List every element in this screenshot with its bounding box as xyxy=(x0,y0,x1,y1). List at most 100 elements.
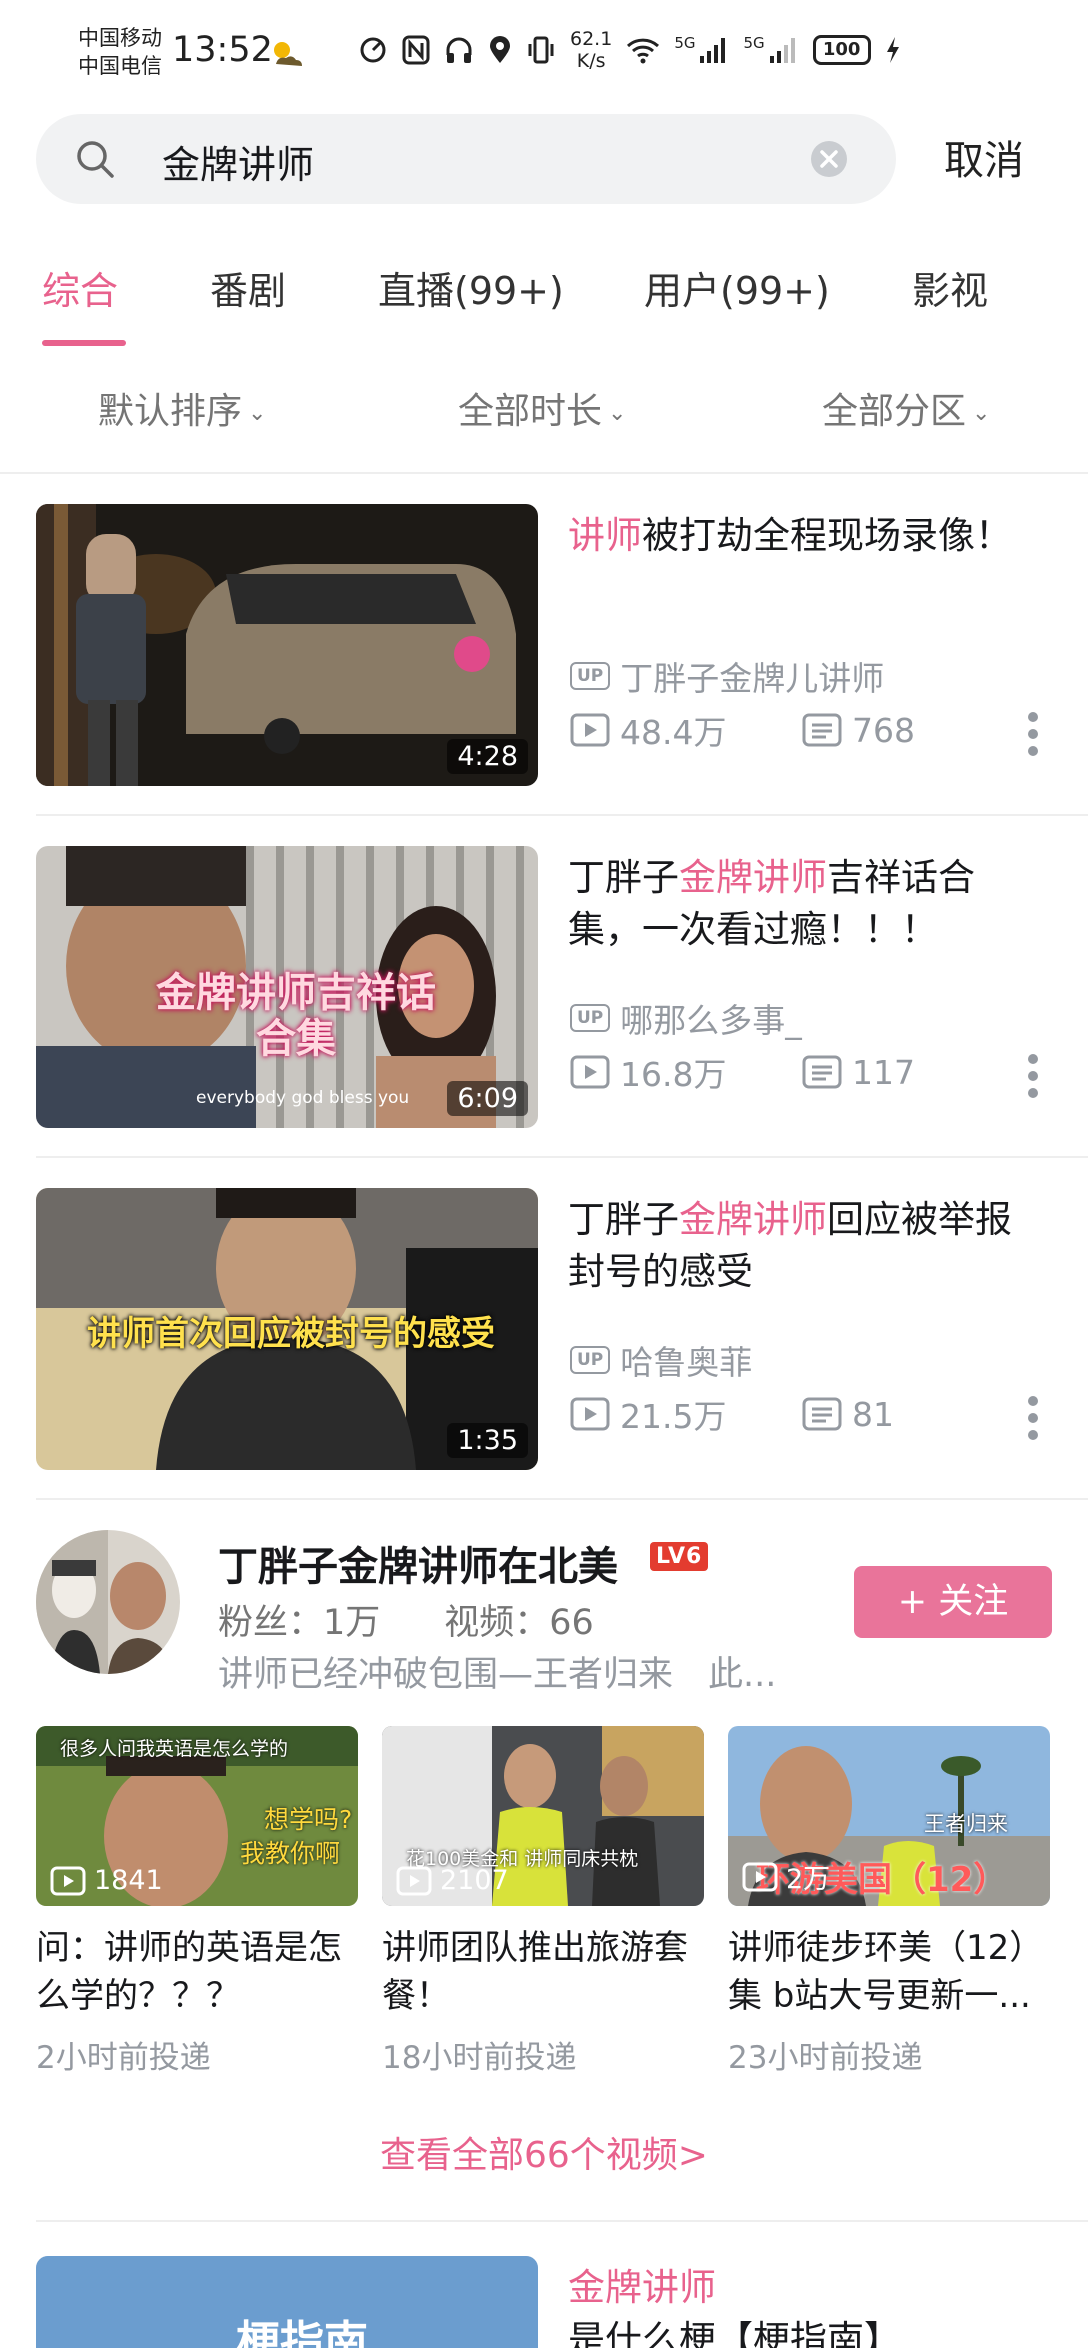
tab-users[interactable]: 用户(99+) xyxy=(644,260,830,315)
play-count-icon xyxy=(570,1397,610,1431)
avatar-image xyxy=(36,1530,180,1674)
uploader-line[interactable]: UP 丁胖子金牌儿讲师 xyxy=(570,652,884,700)
video-result[interactable]: 4:28 讲师被打劫全程现场录像！ UP 丁胖子金牌儿讲师 48.4万 768 xyxy=(0,474,1088,816)
user-video-item[interactable]: 花100美金和 讲师同床共枕 2107 讲师团队推出旅游套餐！ 18小时前投递 xyxy=(382,1726,704,2077)
video-title[interactable]: 丁胖子金牌讲师回应被举报封号的感受 xyxy=(568,1194,1048,1298)
chevron-down-icon: ⌄ xyxy=(608,400,627,426)
tab-movies[interactable]: 影视 xyxy=(912,260,988,315)
play-count-icon xyxy=(742,1862,778,1891)
mini-thumbnail[interactable]: 很多人问我英语是怎么学的 想学吗? 我教你啊 1841 xyxy=(36,1726,358,1906)
user-video-item[interactable]: 很多人问我英语是怎么学的 想学吗? 我教你啊 1841 问：讲师的英语是怎么学的… xyxy=(36,1726,358,2077)
title-highlight: 金牌讲师 xyxy=(679,1198,827,1241)
mini-play-count: 2107 xyxy=(396,1865,509,1896)
comment-count: 768 xyxy=(802,711,915,750)
video-result[interactable]: 梗指南 金牌讲师是什么梗【梗指南】 xyxy=(0,2226,1088,2348)
signal-1-label: 5G xyxy=(674,34,696,52)
see-all-videos-link[interactable]: 查看全部66个视频> xyxy=(0,2126,1088,2178)
play-count-icon xyxy=(570,713,610,747)
play-count: 16.8万 xyxy=(570,1048,802,1096)
comment-count-icon xyxy=(802,1397,842,1431)
video-thumbnail[interactable]: 梗指南 xyxy=(36,2256,538,2348)
video-stats: 48.4万 768 xyxy=(570,706,915,754)
mini-video-title[interactable]: 讲师团队推出旅游套餐！ xyxy=(382,1924,704,2020)
battery-level: 100 xyxy=(822,39,861,60)
tab-live[interactable]: 直播(99+) xyxy=(378,260,564,315)
signal-2-label: 5G xyxy=(743,34,765,52)
duration-filter[interactable]: 全部时长 ⌄ xyxy=(458,382,626,434)
search-bar[interactable]: 金牌讲师 xyxy=(36,114,896,204)
carrier-info: 中国移动 中国电信 xyxy=(78,24,162,80)
more-icon[interactable] xyxy=(1026,1394,1040,1442)
comment-count: 81 xyxy=(802,1395,894,1434)
mini-thumbnail[interactable]: 王者归来 环游美国（12） 2万 xyxy=(728,1726,1050,1906)
speed-icon xyxy=(360,37,386,63)
duration-filter-label: 全部时长 xyxy=(458,391,603,432)
video-title[interactable]: 丁胖子金牌讲师吉祥话合集，一次看过瘾！！！ xyxy=(568,852,1048,956)
video-result[interactable]: 金牌讲师吉祥话合集 everybody god bless you 6:09 丁… xyxy=(0,816,1088,1158)
active-tab-indicator xyxy=(42,340,126,346)
uploader-line[interactable]: UP 哈鲁奥菲 xyxy=(570,1336,752,1384)
mini-video-title[interactable]: 问：讲师的英语是怎么学的？？？ xyxy=(36,1924,358,2020)
cancel-button[interactable]: 取消 xyxy=(944,128,1024,186)
title-text: 是什么梗【梗指南】 xyxy=(568,2318,901,2348)
row-divider xyxy=(36,2220,1088,2222)
carrier-1: 中国移动 xyxy=(78,26,162,50)
user-card[interactable]: 丁胖子金牌讲师在北美 LV6 粉丝：1万 视频：66 讲师已经冲破包围—王者归来 … xyxy=(0,1500,1088,2222)
user-video-item[interactable]: 王者归来 环游美国（12） 2万 讲师徒步环美（12）集 b站大号更新一... … xyxy=(728,1726,1050,2077)
video-thumbnail[interactable]: 4:28 xyxy=(36,504,538,786)
more-icon[interactable] xyxy=(1026,710,1040,758)
signal-2-icon xyxy=(769,38,795,63)
headphone-icon xyxy=(446,37,472,63)
charging-icon xyxy=(886,37,899,63)
mini-thumbnail[interactable]: 花100美金和 讲师同床共枕 2107 xyxy=(382,1726,704,1906)
title-highlight: 讲师 xyxy=(568,514,642,557)
mini-thumb-caption: 很多人问我英语是怎么学的 xyxy=(60,1738,289,1760)
comment-count-icon xyxy=(802,713,842,747)
avatar[interactable] xyxy=(36,1530,180,1674)
tab-all[interactable]: 综合 xyxy=(42,260,118,315)
location-icon xyxy=(490,36,510,63)
mini-thumb-caption: 我教你啊 xyxy=(240,1839,341,1868)
title-text: 被打劫全程现场录像！ xyxy=(642,514,1012,557)
uploader-name: 丁胖子金牌儿讲师 xyxy=(620,659,885,698)
mini-video-title[interactable]: 讲师徒步环美（12）集 b站大号更新一... xyxy=(728,1924,1050,2020)
play-count-icon xyxy=(570,1055,610,1089)
video-title[interactable]: 金牌讲师是什么梗【梗指南】 xyxy=(568,2262,1048,2348)
play-count-value: 16.8万 xyxy=(620,1055,727,1094)
category-filter[interactable]: 全部分区 ⌄ xyxy=(822,382,990,434)
sort-filter[interactable]: 默认排序 ⌄ xyxy=(98,382,266,434)
video-thumbnail[interactable]: 金牌讲师吉祥话合集 everybody god bless you 6:09 xyxy=(36,846,538,1128)
user-description: 讲师已经冲破包围—王者归来 此... xyxy=(218,1655,777,1695)
net-speed: 62.1 K/s xyxy=(570,28,612,72)
more-icon[interactable] xyxy=(1026,1052,1040,1100)
play-count-icon xyxy=(50,1866,86,1895)
video-result[interactable]: 讲师首次回应被封号的感受 1:35 丁胖子金牌讲师回应被举报封号的感受 UP 哈鲁… xyxy=(0,1158,1088,1500)
search-input[interactable]: 金牌讲师 xyxy=(162,134,314,189)
signal-1-icon xyxy=(700,38,726,63)
video-duration: 6:09 xyxy=(447,1081,528,1116)
user-name[interactable]: 丁胖子金牌讲师在北美 xyxy=(218,1534,618,1592)
mini-thumb-caption: 王者归来 xyxy=(924,1812,1008,1836)
clear-icon[interactable] xyxy=(810,140,848,178)
video-title[interactable]: 讲师被打劫全程现场录像！ xyxy=(568,510,1048,562)
thumbnail-caption: 讲师首次回应被封号的感受 xyxy=(87,1314,495,1354)
video-thumbnail[interactable]: 讲师首次回应被封号的感受 1:35 xyxy=(36,1188,538,1470)
play-count-icon xyxy=(396,1866,432,1895)
clock: 13:52 xyxy=(172,30,273,70)
uploader-name: 哈鲁奥菲 xyxy=(620,1343,753,1382)
mini-play-count: 2万 xyxy=(742,1857,830,1896)
play-count: 21.5万 xyxy=(570,1390,802,1438)
uploader-line[interactable]: UP 哪那么多事_ xyxy=(570,994,802,1042)
user-video-list: 很多人问我英语是怎么学的 想学吗? 我教你啊 1841 问：讲师的英语是怎么学的… xyxy=(36,1726,1052,2086)
status-bar: 中国移动 中国电信 13:52 62.1 K/s 5G 5G 100 xyxy=(0,0,1088,110)
thumbnail-caption: 梗指南 xyxy=(236,2317,368,2348)
comment-count-value: 117 xyxy=(852,1052,915,1092)
tab-bangumi[interactable]: 番剧 xyxy=(210,260,286,315)
weather-icon xyxy=(274,42,302,66)
comment-count-icon xyxy=(802,1055,842,1089)
follow-button[interactable]: + 关注 xyxy=(854,1566,1052,1638)
thumbnail-caption: 金牌讲师吉祥话合集 xyxy=(156,970,436,1062)
fans-count: 粉丝：1万 xyxy=(218,1603,381,1643)
play-count: 48.4万 xyxy=(570,706,802,754)
mini-video-time: 23小时前投递 xyxy=(728,2040,923,2076)
